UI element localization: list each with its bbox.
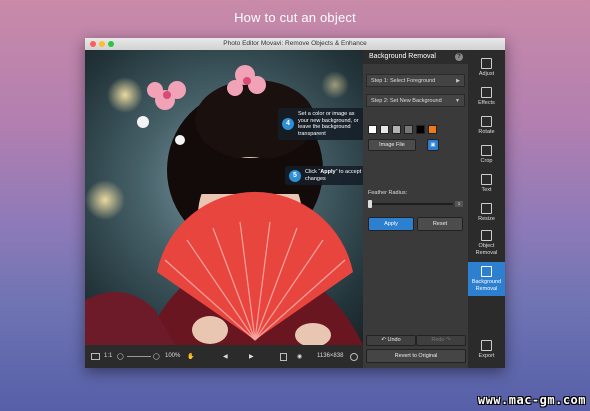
undo-label: Undo <box>387 337 401 343</box>
hand-icon[interactable]: ✋ <box>187 353 194 360</box>
previous-icon[interactable]: ◀ <box>223 353 228 360</box>
tip-number-badge: 5 <box>289 169 301 182</box>
eye-icon[interactable]: ◉ <box>297 353 302 360</box>
bottom-toolbar: 1:1 ◯ ◯ 100% ✋ ◀ ▶ ◉ 1136×838 <box>85 345 363 368</box>
slider-knob[interactable] <box>368 200 372 208</box>
tools-sidebar: Adjust Effects Rotate Crop Text Resize O… <box>468 50 505 368</box>
next-icon[interactable]: ▶ <box>249 353 254 360</box>
export-icon <box>481 340 492 351</box>
fit-to-screen-icon[interactable] <box>91 353 100 360</box>
step-label: Step 1: Select Foreground <box>371 78 436 84</box>
transparent-background-button[interactable]: ▣ <box>427 139 439 151</box>
tool-crop[interactable]: Crop <box>468 145 505 165</box>
undo-button[interactable]: ↶ Undo <box>366 335 416 346</box>
chevron-down-icon: ▼ <box>455 98 460 104</box>
color-swatches <box>368 125 437 134</box>
trash-icon[interactable] <box>280 353 287 361</box>
feather-radius-value[interactable]: 1 <box>455 201 463 207</box>
tool-adjust[interactable]: Adjust <box>468 58 505 78</box>
image-file-button[interactable]: Image File <box>368 139 416 151</box>
color-swatch[interactable] <box>392 125 401 134</box>
color-swatch[interactable] <box>368 125 377 134</box>
tip-set-background: 4 Set a color or image as your new backg… <box>278 108 363 140</box>
revert-to-original-button[interactable]: Revert to Original <box>366 349 466 363</box>
feather-radius-label: Feather Radius: <box>368 190 408 196</box>
tool-object-removal[interactable]: Object Removal <box>468 230 505 256</box>
tool-text[interactable]: Text <box>468 174 505 194</box>
image-size: 1136×838 <box>317 353 344 359</box>
text-icon <box>481 174 492 185</box>
effects-icon <box>481 87 492 98</box>
reset-button[interactable]: Reset <box>417 217 463 231</box>
sliders-icon <box>481 58 492 69</box>
tool-resize[interactable]: Resize <box>468 203 505 223</box>
tip-apply: 5 Click “Apply” to accept the changes <box>285 166 363 185</box>
background-removal-panel: Background Removal ? Step 1: Select Fore… <box>363 50 468 368</box>
tool-label: Resize <box>478 216 495 222</box>
zoom-level: 100% <box>165 353 181 359</box>
chevron-right-icon: ▶ <box>456 78 460 84</box>
step-set-new-background[interactable]: Step 2: Set New Background ▼ <box>366 94 465 107</box>
apply-button[interactable]: Apply <box>368 217 414 231</box>
panel-title: Background Removal <box>369 53 436 60</box>
info-icon[interactable] <box>350 353 358 361</box>
tool-label: Object Removal <box>475 243 498 256</box>
window-title: Photo Editor Movavi: Remove Objects & En… <box>223 40 367 47</box>
tip-text: Set a color or image as your new backgro… <box>298 111 359 137</box>
tool-label: Adjust <box>478 71 495 77</box>
step-label: Step 2: Set New Background <box>371 98 442 104</box>
step-select-foreground[interactable]: Step 1: Select Foreground ▶ <box>366 74 465 87</box>
tutorial-heading: How to cut an object <box>234 10 356 25</box>
actual-size-button[interactable]: 1:1 <box>104 353 112 359</box>
tip-text-before: Click “ <box>305 169 321 175</box>
tool-export[interactable]: Export <box>468 340 505 360</box>
panel-header: Background Removal ? <box>363 50 468 64</box>
resize-icon <box>481 203 492 214</box>
color-swatch[interactable] <box>428 125 437 134</box>
help-icon[interactable]: ? <box>455 53 463 61</box>
color-swatch[interactable] <box>416 125 425 134</box>
object-removal-icon <box>481 230 492 241</box>
tip-number-badge: 4 <box>282 118 294 130</box>
tool-label: Text <box>481 187 492 193</box>
tool-label: Effects <box>478 100 495 106</box>
tool-label: Export <box>478 353 495 359</box>
tool-background-removal[interactable]: Background Removal <box>468 262 505 296</box>
background-removal-icon <box>481 266 492 277</box>
zoom-slider[interactable] <box>127 356 151 357</box>
tool-label: Background Removal <box>471 279 502 292</box>
redo-icon: ↷ <box>444 337 451 343</box>
feather-radius-slider[interactable] <box>368 200 453 208</box>
rotate-icon <box>481 116 492 127</box>
tool-label: Rotate <box>478 129 495 135</box>
watermark: www.mac-gm.com <box>477 393 586 407</box>
tool-rotate[interactable]: Rotate <box>468 116 505 136</box>
zoom-out-icon[interactable]: ◯ <box>117 353 124 360</box>
color-swatch[interactable] <box>404 125 413 134</box>
photo-image <box>85 65 363 345</box>
color-swatch[interactable] <box>380 125 389 134</box>
photo-canvas[interactable]: 4 Set a color or image as your new backg… <box>85 50 363 345</box>
crop-icon <box>481 145 492 156</box>
tool-label: Crop <box>480 158 493 164</box>
title-bar: Photo Editor Movavi: Remove Objects & En… <box>85 38 505 50</box>
tip-text-emphasis: Apply <box>320 169 336 175</box>
app-window: Photo Editor Movavi: Remove Objects & En… <box>85 38 505 368</box>
redo-button[interactable]: Redo ↷ <box>416 335 466 346</box>
zoom-in-icon[interactable]: ◯ <box>153 353 160 360</box>
tool-effects[interactable]: Effects <box>468 87 505 107</box>
redo-label: Redo <box>431 337 445 343</box>
